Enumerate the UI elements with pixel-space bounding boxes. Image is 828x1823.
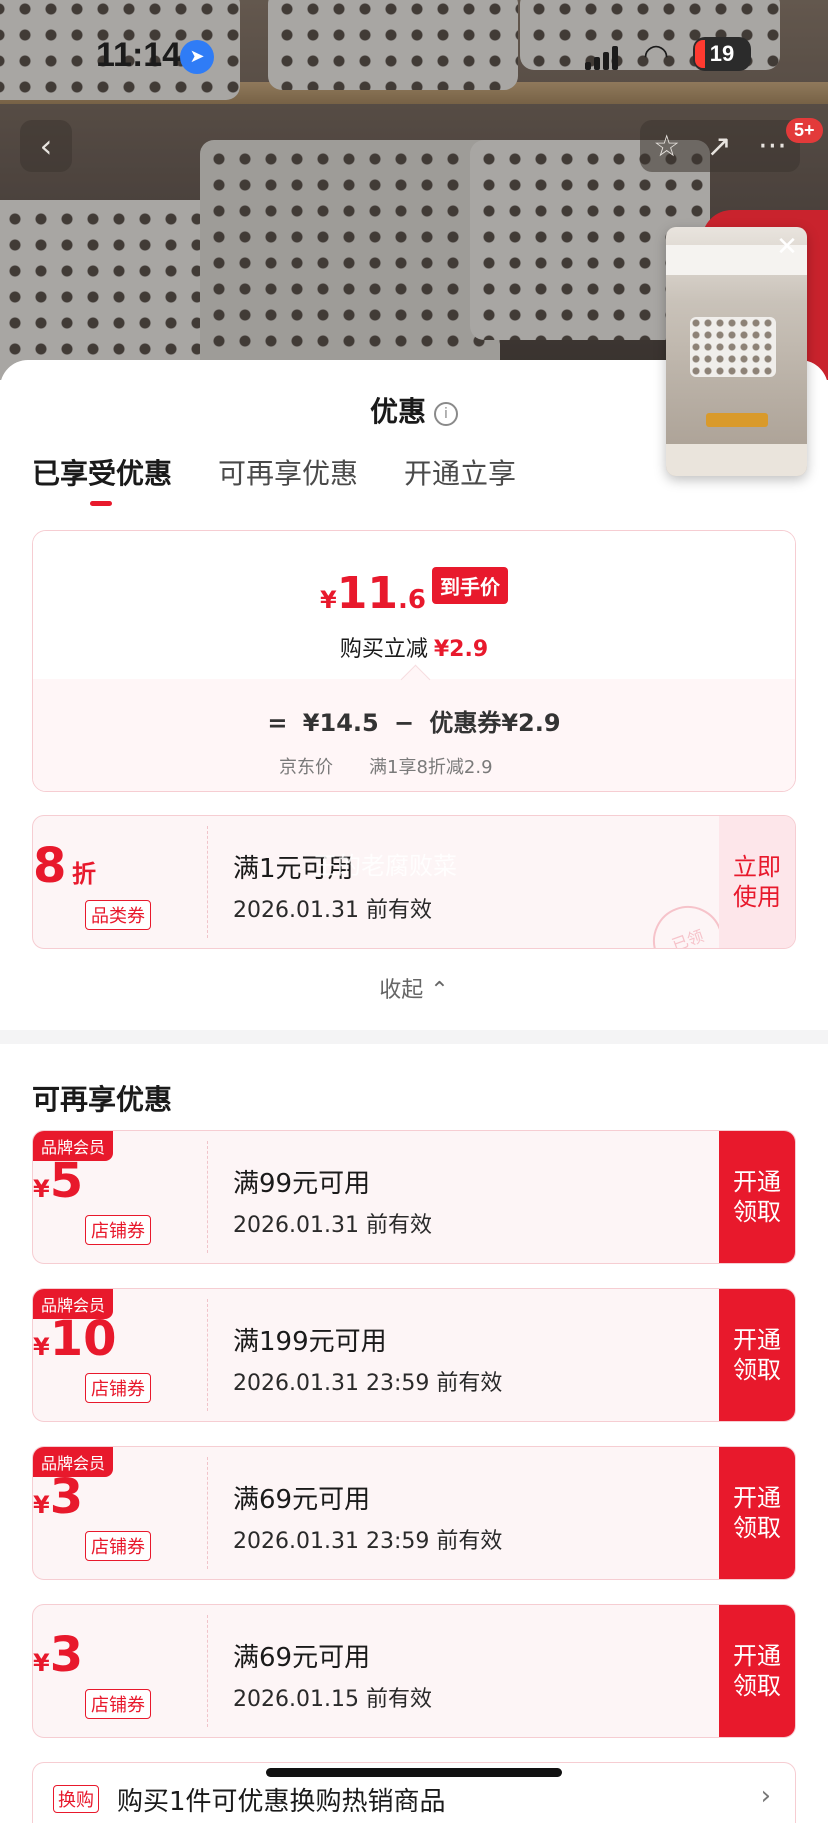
trade-in-tag: 换购 xyxy=(53,1785,99,1813)
jd-price-label: 京东价 xyxy=(279,757,333,778)
price-breakdown-card: ¥11.6 到手价 购买立减 ¥2.9 = ¥14.5 − 优惠券¥2.9 京东价 … xyxy=(32,530,796,792)
collapse-button[interactable]: 收起 ⌃ xyxy=(0,972,828,1004)
discount-sheet: 优惠 i 已享受优惠 可再享优惠 开通立享 ¥11.6 到手价 购买立减 ¥2.9 =… xyxy=(0,360,828,1795)
coupon-condition: 满199元可用 xyxy=(233,1327,387,1357)
coupon-card: 品牌会员 ¥3 店铺券 满69元可用 2026.01.31 23:59 前有效 … xyxy=(32,1446,796,1580)
coupon-value: ¥3 xyxy=(33,1627,84,1683)
tab-more-available[interactable]: 可再享优惠 xyxy=(218,452,358,492)
wifi-icon: ◠ xyxy=(643,38,670,73)
sheet-title-text: 优惠 xyxy=(369,395,426,428)
coupon-kind-tag: 店铺券 xyxy=(85,1689,151,1719)
coupon-condition: 满99元可用 xyxy=(233,1169,371,1199)
coupon-value: ¥3 xyxy=(33,1469,84,1525)
trade-in-text: 购买1件可优惠换购热销商品 xyxy=(117,1787,446,1817)
video-subtitle-watermark: 王的老腐败菜 xyxy=(313,852,457,880)
tab-activate[interactable]: 开通立享 xyxy=(404,452,516,492)
coupon-value: ¥5 xyxy=(33,1153,84,1209)
coupon-expiry: 2026.01.15 前有效 xyxy=(233,1687,432,1712)
info-icon[interactable]: i xyxy=(434,402,458,426)
coupon-card: 品牌会员 ¥10 店铺券 满199元可用 2026.01.31 23:59 前有… xyxy=(32,1288,796,1422)
final-price-tag: 到手价 xyxy=(431,567,508,604)
activate-claim-button[interactable]: 开通 领取 xyxy=(719,1605,795,1737)
discount-tabs: 已享受优惠 可再享优惠 开通立享 xyxy=(32,452,516,506)
chevron-right-icon: › xyxy=(760,1781,771,1811)
tab-enjoyed[interactable]: 已享受优惠 xyxy=(32,452,172,506)
video-caption-strip xyxy=(706,413,768,427)
coupon-expiry: 2026.01.31 前有效 xyxy=(233,898,432,923)
coupon-part-label: 满1享8折减2.9 xyxy=(369,757,493,778)
home-indicator[interactable] xyxy=(266,1768,562,1777)
coupon-kind-tag: 店铺券 xyxy=(85,1373,151,1403)
price-formula: = ¥14.5 − 优惠券¥2.9 xyxy=(267,709,561,737)
coupon-condition: 满69元可用 xyxy=(233,1485,371,1515)
more-discounts-title: 可再享优惠 xyxy=(32,1083,173,1116)
back-button[interactable]: ‹ xyxy=(20,120,72,172)
coupon-value: 8 折 xyxy=(33,838,96,894)
coupon-expiry: 2026.01.31 23:59 前有效 xyxy=(233,1371,503,1396)
coupon-kind-tag: 品类券 xyxy=(85,900,151,930)
activate-claim-button[interactable]: 开通 领取 xyxy=(719,1447,795,1579)
back-icon: ‹ xyxy=(39,127,53,165)
final-price: ¥11.6 到手价 xyxy=(33,567,795,619)
coupon-kind-tag: 店铺券 xyxy=(85,1215,151,1245)
coupon-expiry: 2026.01.31 前有效 xyxy=(233,1213,432,1238)
location-arrow-icon: ➤ xyxy=(180,40,214,74)
coupon-card: 品牌会员 ¥5 店铺券 满99元可用 2026.01.31 前有效 开通 领取 xyxy=(32,1130,796,1264)
coupon-condition: 满69元可用 xyxy=(233,1643,371,1673)
status-time: 11:14 xyxy=(96,36,182,74)
coupon-card: ¥3 店铺券 满69元可用 2026.01.15 前有效 开通 领取 xyxy=(32,1604,796,1738)
activate-claim-button[interactable]: 开通 领取 xyxy=(719,1131,795,1263)
floating-video-player[interactable]: ✕ xyxy=(666,227,807,476)
message-count-badge: 5+ xyxy=(786,118,823,143)
use-now-button[interactable]: 立即 使用 xyxy=(719,816,795,948)
close-icon[interactable]: ✕ xyxy=(773,233,801,261)
activate-claim-button[interactable]: 开通 领取 xyxy=(719,1289,795,1421)
battery-indicator: 19 xyxy=(693,37,751,71)
favorite-star-icon[interactable]: ☆ xyxy=(653,129,680,164)
purchase-reduction: 购买立减 ¥2.9 xyxy=(339,637,489,662)
share-icon[interactable]: ↗ xyxy=(707,129,732,164)
cellular-signal-icon xyxy=(585,46,619,70)
more-icon[interactable]: ··· xyxy=(758,129,787,164)
top-action-group: ☆ ↗ ··· xyxy=(640,120,800,172)
coupon-expiry: 2026.01.31 23:59 前有效 xyxy=(233,1529,503,1554)
coupon-value: ¥10 xyxy=(33,1311,117,1367)
coupon-kind-tag: 店铺券 xyxy=(85,1531,151,1561)
enjoyed-coupon: 8 折 品类券 满1元可用 王的老腐败菜 2026.01.31 前有效 已领 立… xyxy=(32,815,796,949)
chevron-up-icon: ⌃ xyxy=(430,978,449,1003)
